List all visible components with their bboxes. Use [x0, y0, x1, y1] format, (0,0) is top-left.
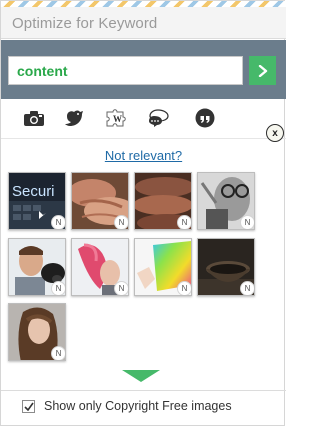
title-bar: Optimize for Keyword	[1, 7, 286, 39]
checkmark-icon	[23, 402, 34, 411]
n-badge[interactable]: N	[114, 215, 128, 229]
close-button[interactable]: x	[266, 124, 284, 142]
toolbar-divider	[1, 138, 286, 139]
source-discussion[interactable]	[146, 105, 176, 131]
image-thumb-woman-portrait[interactable]: N	[8, 303, 66, 361]
keyword-input[interactable]	[8, 56, 243, 85]
quote-icon	[195, 108, 215, 128]
image-thumb-dark-bowl[interactable]: N	[197, 238, 255, 296]
image-thumb-hands-closeup[interactable]: N	[134, 172, 192, 230]
n-badge[interactable]: N	[51, 346, 65, 360]
image-thumb-man-with-glasses[interactable]: N	[197, 172, 255, 230]
chevron-right-icon	[258, 64, 267, 77]
footer: Show only Copyright Free images	[1, 391, 286, 426]
source-toolbar: W	[1, 101, 286, 137]
n-badge[interactable]: N	[114, 281, 128, 295]
not-relevant-link[interactable]: Not relevant?	[1, 148, 286, 163]
search-area	[1, 40, 286, 99]
camera-icon	[24, 110, 44, 126]
security-caption: Securi	[12, 183, 55, 200]
copyright-free-checkbox[interactable]	[22, 400, 35, 413]
twitter-bird-icon	[65, 110, 83, 126]
source-quotes[interactable]	[190, 105, 220, 131]
wikipedia-puzzle-icon: W	[106, 109, 126, 127]
image-thumb-security-keyboard[interactable]: Securi N	[8, 172, 66, 230]
source-twitter[interactable]	[60, 105, 90, 131]
image-thumb-man-with-dog[interactable]: N	[8, 238, 66, 296]
keyword-optimizer-panel: Optimize for Keyword content W x Not rel…	[0, 0, 286, 426]
load-more-arrow-icon[interactable]	[122, 370, 160, 382]
copyright-free-label: Show only Copyright Free images	[44, 399, 232, 413]
n-badge[interactable]: N	[51, 215, 65, 229]
speech-bubbles-icon	[149, 109, 169, 127]
n-badge[interactable]: N	[177, 281, 191, 295]
source-wikipedia[interactable]: W	[102, 105, 132, 131]
image-thumb-pink-hair-woman[interactable]: N	[71, 238, 129, 296]
image-thumb-colorful-tablet[interactable]: N	[134, 238, 192, 296]
n-badge[interactable]: N	[240, 281, 254, 295]
svg-text:W: W	[113, 114, 122, 124]
go-button[interactable]	[249, 56, 276, 85]
n-badge[interactable]: N	[177, 215, 191, 229]
source-camera[interactable]	[19, 105, 49, 131]
n-badge[interactable]: N	[240, 215, 254, 229]
image-thumb-elderly-hands[interactable]: N	[71, 172, 129, 230]
panel-title: Optimize for Keyword	[12, 15, 158, 32]
n-badge[interactable]: N	[51, 281, 65, 295]
